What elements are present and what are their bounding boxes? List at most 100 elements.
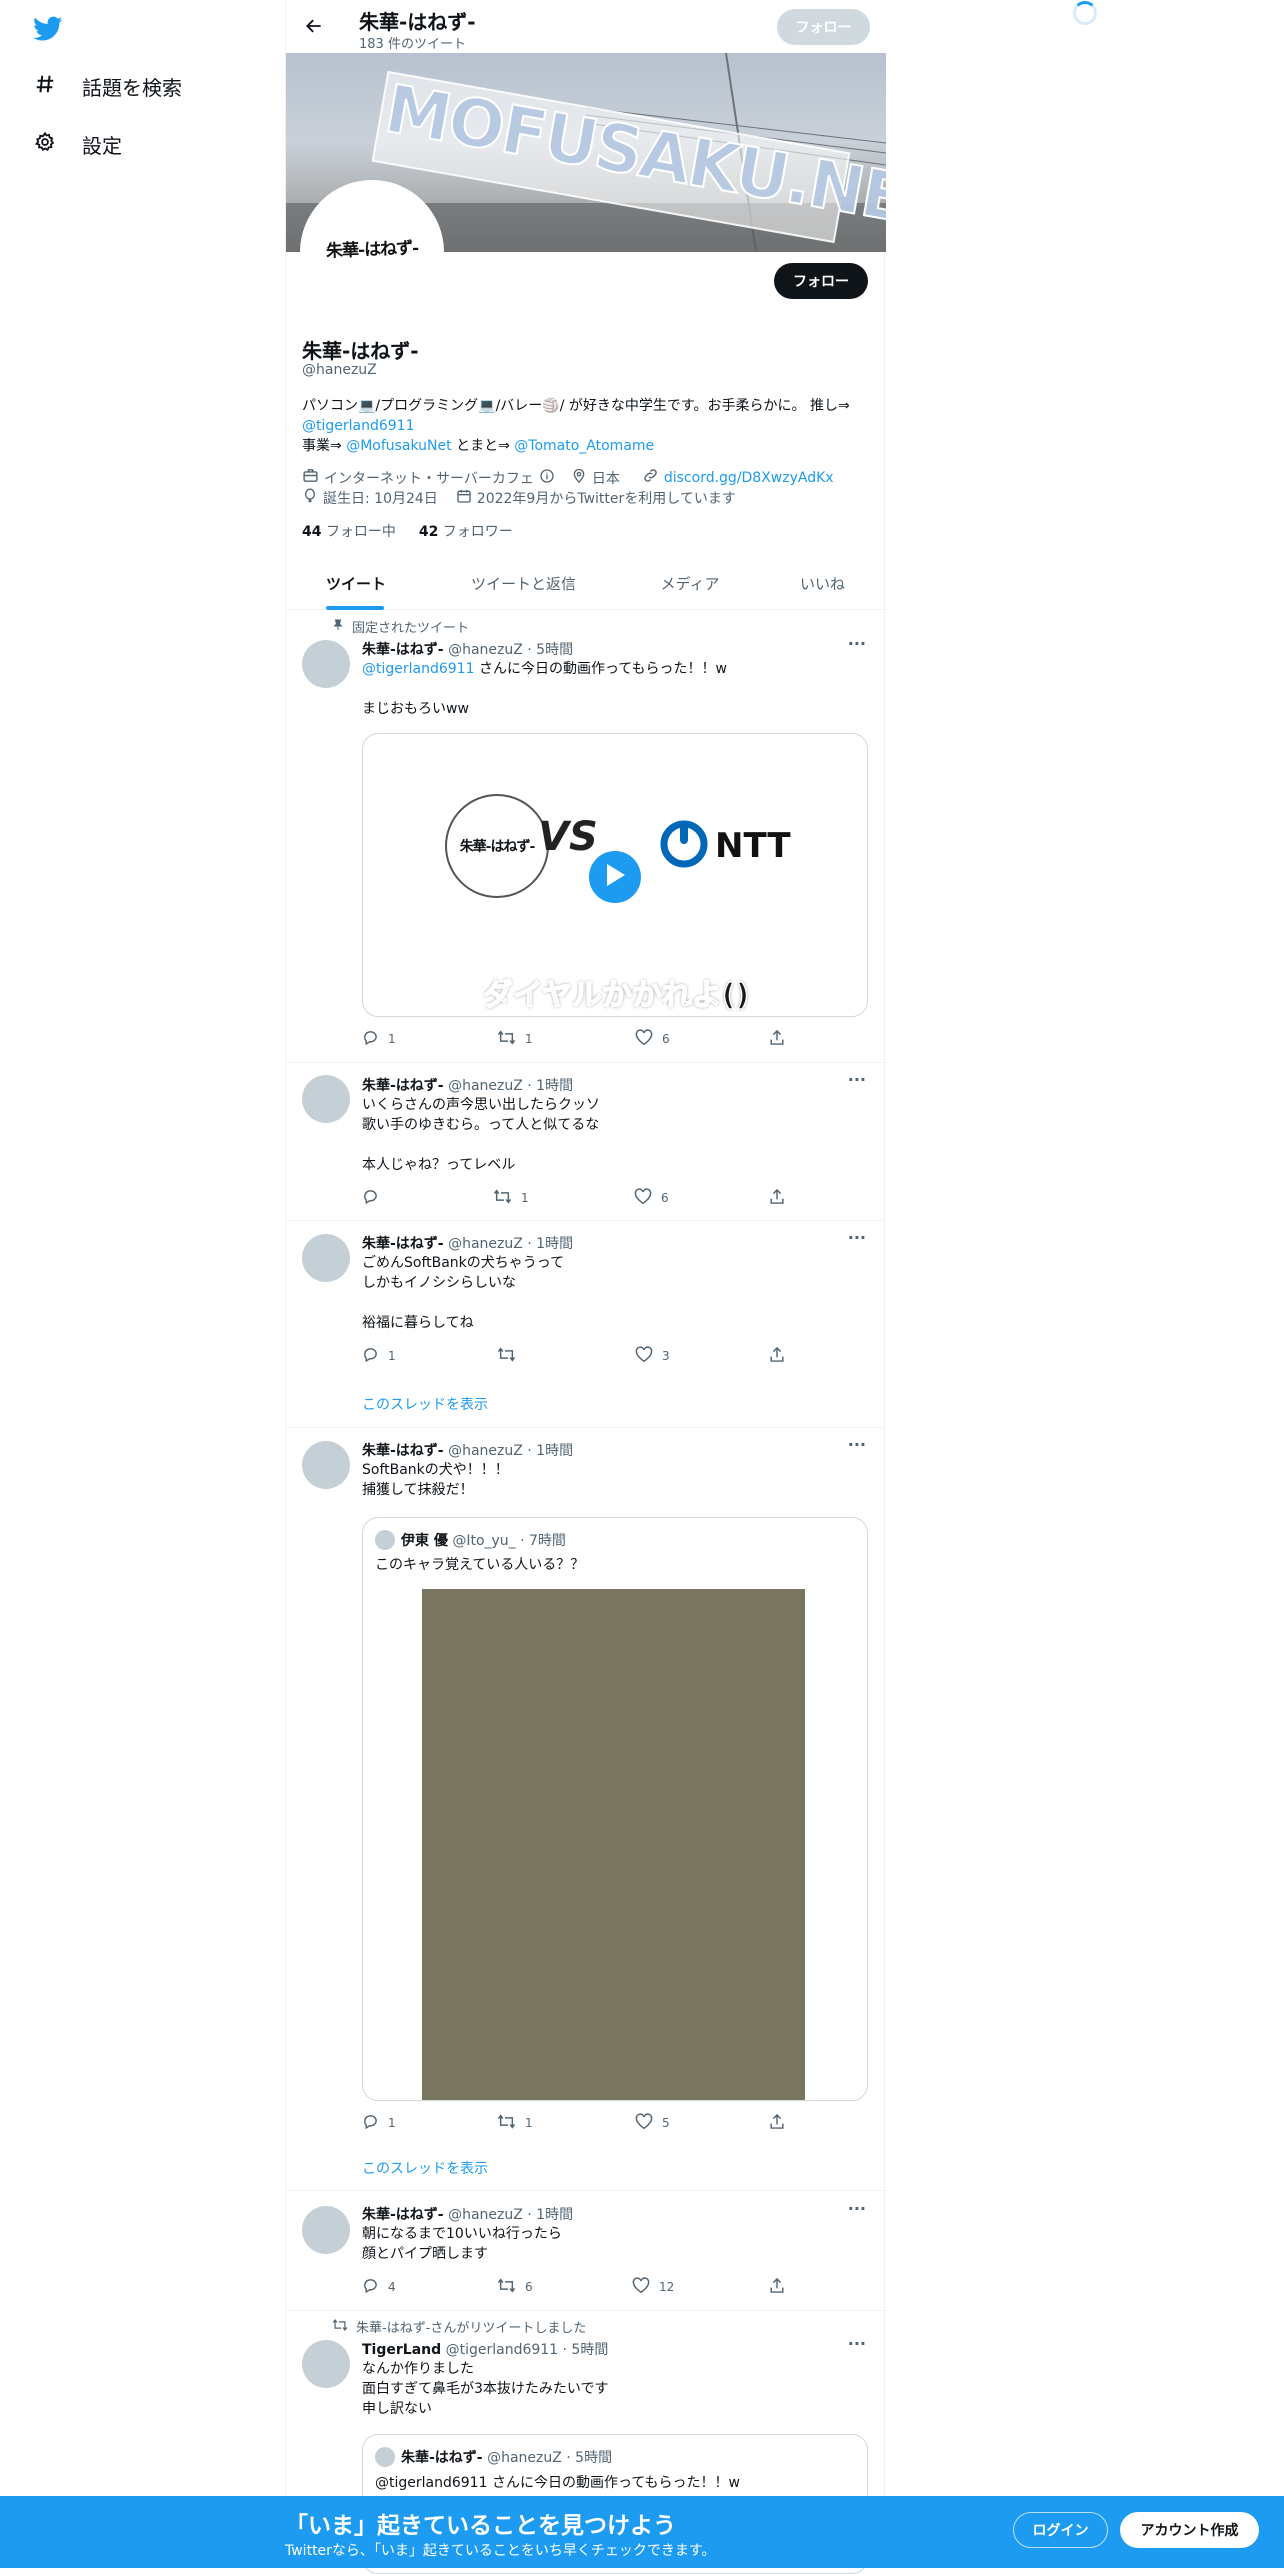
login-button[interactable]: ログイン: [1013, 2512, 1108, 2548]
tweet[interactable]: 朱華-はねず- @hanezuZ · 1時間 ··· 朝になるまで10いいね行っ…: [286, 2191, 886, 2311]
avatar[interactable]: [302, 640, 350, 688]
share-button[interactable]: [769, 1346, 785, 1366]
tweet-author-name[interactable]: 朱華-はねず-: [362, 1443, 444, 1459]
reply-button[interactable]: [362, 1188, 388, 1208]
tweet-line: 朝になるまで10いいね行ったら: [362, 2226, 562, 2242]
like-button[interactable]: 6: [634, 1188, 669, 1208]
info-icon[interactable]: [539, 468, 555, 488]
retweet-count: 1: [521, 1191, 529, 1205]
tweet-author-name[interactable]: TigerLand: [362, 2342, 441, 2358]
tweet[interactable]: 朱華-はねず- @hanezuZ · 1時間 ··· SoftBankの犬や！！…: [286, 1428, 886, 2191]
retweet-button[interactable]: 6: [497, 2277, 533, 2297]
tweet-header: 朱華-はねず- @hanezuZ · 1時間: [362, 1233, 573, 1253]
tweet-header: TigerLand @tigerland6911 · 5時間: [362, 2339, 608, 2359]
like-button[interactable]: 12: [632, 2277, 674, 2297]
show-thread-link[interactable]: このスレッドを表示: [362, 2158, 488, 2178]
reply-icon: [362, 2113, 379, 2133]
retweet-button[interactable]: [497, 1346, 525, 1366]
tweet-line: ごめんSoftBankの犬ちゃうって: [362, 1255, 565, 1271]
profile-tabs: ツイート ツイートと返信 メディア いいね: [286, 557, 886, 610]
tweet-text: いくらさんの声今思い出したらクッソ 歌い手のゆきむら。って人と似てるな 本人じゃ…: [362, 1095, 862, 1175]
more-icon[interactable]: ···: [848, 1228, 866, 1247]
tweet-text: @tigerland6911 さんに今日の動画作ってもらった！！w まじおもろいw…: [362, 659, 862, 719]
avatar[interactable]: [302, 1075, 350, 1123]
profile-birthday: 誕生日: 10月24日: [323, 490, 438, 507]
follow-button[interactable]: フォロー: [774, 263, 868, 299]
quoted-media-image[interactable]: [422, 1589, 805, 2100]
more-icon[interactable]: ···: [848, 2334, 866, 2353]
reply-button[interactable]: 4: [362, 2277, 396, 2297]
reply-button[interactable]: 1: [362, 2113, 396, 2133]
bio-mention-link[interactable]: @tigerland6911: [302, 418, 415, 434]
avatar[interactable]: [302, 2340, 350, 2388]
more-icon[interactable]: ···: [848, 1070, 866, 1089]
like-button[interactable]: 6: [635, 1029, 670, 1049]
profile-handle: @hanezuZ: [302, 362, 377, 378]
share-button[interactable]: [769, 1029, 785, 1049]
followers-link[interactable]: 42 フォロワー: [419, 524, 513, 540]
tweet[interactable]: 固定されたツイート 朱華-はねず- @hanezuZ · 5時間 ··· @ti…: [286, 610, 886, 1063]
tab-likes[interactable]: いいね: [759, 557, 886, 610]
show-thread-link[interactable]: このスレッドを表示: [362, 1394, 488, 1414]
video-vs-text: VS: [538, 814, 598, 860]
signup-banner: 「いま」起きていることを見つけよう Twitterなら、「いま」起きていることを…: [0, 2496, 1284, 2568]
retweet-icon: [493, 1188, 512, 1208]
share-button[interactable]: [769, 1188, 785, 1208]
bio-mention-link[interactable]: @Tomato_Atomame: [514, 438, 654, 454]
location-pin-icon: [571, 467, 587, 488]
tweet[interactable]: 朱華-はねず- @hanezuZ · 1時間 ··· ごめんSoftBankの犬…: [286, 1221, 886, 1428]
like-button[interactable]: 3: [635, 1346, 670, 1366]
retweet-button[interactable]: 1: [497, 1029, 533, 1049]
avatar[interactable]: [302, 1234, 350, 1282]
bio-text: パソコン💻/プログラミング💻/バレー🏐/ が好きな中学生です。お手柔らかに。 推…: [302, 398, 850, 414]
retweet-button[interactable]: 1: [493, 1188, 529, 1208]
tweet-author-name[interactable]: 朱華-はねず-: [362, 1078, 444, 1094]
tweet-text: ごめんSoftBankの犬ちゃうって しかもイノシシらしいな 裕福に暮らしてね: [362, 1253, 862, 1333]
twitter-bird-icon[interactable]: [33, 16, 63, 46]
profile-name: 朱華-はねず-: [302, 339, 419, 363]
retweet-button[interactable]: 1: [497, 2113, 533, 2133]
avatar[interactable]: [302, 2206, 350, 2254]
tweet[interactable]: 朱華-はねず- @hanezuZ · 1時間 ··· いくらさんの声今思い出した…: [286, 1063, 886, 1221]
tab-tweets[interactable]: ツイート: [286, 557, 426, 610]
tweet-author-name[interactable]: 朱華-はねず-: [362, 1236, 444, 1252]
sidebar-item-settings[interactable]: 設定: [34, 130, 122, 159]
more-icon[interactable]: ···: [848, 634, 866, 653]
signup-button[interactable]: アカウント作成: [1120, 2512, 1259, 2548]
tweet-actions: 1 3: [362, 1346, 792, 1366]
like-count: 5: [662, 2116, 670, 2130]
profile-joined: 2022年9月からTwitterを利用しています: [476, 490, 736, 507]
more-icon[interactable]: ···: [848, 1435, 866, 1454]
tab-media[interactable]: メディア: [621, 557, 759, 610]
tweet-author-name[interactable]: 朱華-はねず-: [362, 2207, 444, 2223]
tab-tweets-and-replies[interactable]: ツイートと返信: [426, 557, 621, 610]
header-follow-button[interactable]: フォロー: [777, 9, 870, 45]
video-card[interactable]: 朱華-はねず- VS NTT ダイヤルかかれよ(): [362, 733, 868, 1017]
sidebar-item-explore[interactable]: 話題を検索: [34, 72, 182, 101]
heart-icon: [635, 2113, 653, 2133]
back-arrow-icon[interactable]: [304, 16, 324, 40]
avatar[interactable]: [302, 1441, 350, 1489]
sidebar-item-label: 話題を検索: [82, 76, 182, 100]
play-button[interactable]: [585, 847, 645, 907]
tweet-text-part: さんに今日の動画作ってもらった！！w: [474, 661, 727, 677]
video-left-badge-text: 朱華-はねず-: [459, 839, 536, 855]
avatar[interactable]: 朱華-はねず-: [300, 180, 444, 324]
share-button[interactable]: [769, 2277, 785, 2297]
tweet-author-name[interactable]: 朱華-はねず-: [362, 642, 444, 658]
following-link[interactable]: 44 フォロー中: [302, 524, 396, 540]
reply-button[interactable]: 1: [362, 1346, 396, 1366]
profile-stats: 44 フォロー中 42 フォロワー: [302, 521, 513, 541]
quoted-meta: @hanezuZ · 5時間: [487, 2450, 613, 2466]
quoted-tweet[interactable]: 伊東 優 @Ito_yu_ · 7時間 このキャラ覚えている人いる？？: [362, 1517, 868, 2101]
share-button[interactable]: [769, 2113, 785, 2133]
more-icon[interactable]: ···: [848, 2199, 866, 2218]
like-button[interactable]: 5: [635, 2113, 670, 2133]
reply-button[interactable]: 1: [362, 1029, 396, 1049]
pin-icon: [332, 618, 344, 636]
tweet-actions: 1 6: [362, 1188, 792, 1208]
mention-link[interactable]: @tigerland6911: [362, 661, 475, 677]
tweet-meta: @hanezuZ · 1時間: [448, 2207, 574, 2223]
profile-website-link[interactable]: discord.gg/D8XwzyAdKx: [664, 470, 834, 486]
bio-mention-link[interactable]: @MofusakuNet: [346, 438, 451, 454]
